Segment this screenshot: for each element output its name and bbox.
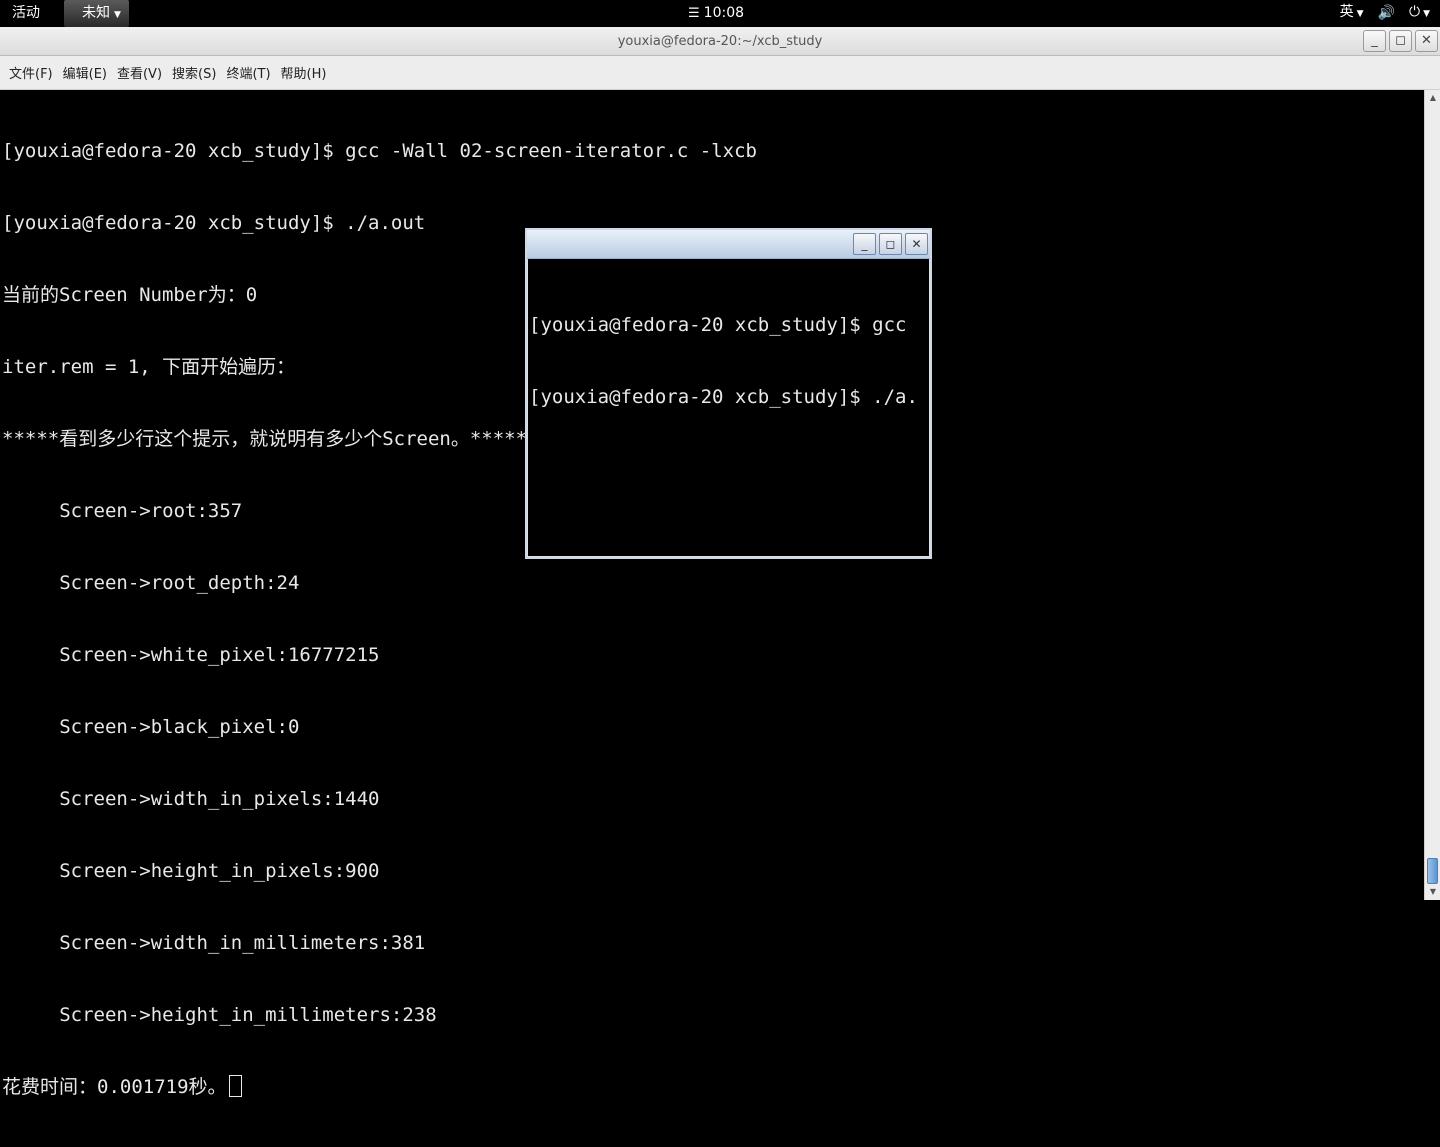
activities-button[interactable]: 活动: [12, 3, 40, 23]
scroll-up-arrow-icon[interactable]: ▲: [1427, 92, 1439, 104]
chevron-down-icon: ▼: [1423, 9, 1430, 19]
menu-view[interactable]: 查看(V): [112, 63, 167, 82]
scroll-down-arrow-icon[interactable]: ▼: [1427, 886, 1439, 898]
menu-search[interactable]: 搜索(S): [167, 63, 221, 82]
xcb-window: _ ◻ ✕ [youxia@fedora-20 xcb_study]$ gcc …: [525, 228, 932, 559]
scroll-thumb[interactable]: [1427, 858, 1438, 884]
calendar-icon: ☰: [688, 6, 700, 21]
xcb-minimize-button[interactable]: _: [853, 233, 876, 255]
window-title: youxia@fedora-20:~/xcb_study: [617, 34, 823, 49]
app-menu-label: 未知: [82, 5, 110, 21]
menu-terminal[interactable]: 终端(T): [221, 63, 275, 82]
xcb-maximize-button[interactable]: ◻: [879, 233, 902, 255]
close-button[interactable]: ✕: [1415, 30, 1438, 52]
clock-time: 10:08: [703, 5, 745, 21]
vertical-scrollbar[interactable]: ▲ ▼: [1424, 90, 1440, 900]
xcb-line: [youxia@fedora-20 xcb_study]$ ./a.: [529, 386, 918, 408]
xcb-line: [youxia@fedora-20 xcb_study]$ gcc: [529, 314, 907, 336]
clock-button[interactable]: ☰ 10:08: [688, 0, 744, 27]
terminal-line: [youxia@fedora-20 xcb_study]$ gcc -Wall …: [2, 140, 757, 162]
terminal-line: Screen->width_in_millimeters:381: [2, 932, 426, 954]
terminal-line-text: 花费时间：0.001719秒。: [2, 1076, 227, 1098]
chevron-down-icon: ▼: [1356, 9, 1364, 19]
terminal-line: Screen->height_in_millimeters:238: [2, 1004, 437, 1026]
chevron-down-icon: ▼: [114, 10, 121, 20]
xcb-window-controls: _ ◻ ✕: [853, 233, 928, 255]
terminal-line: Screen->width_in_pixels:1440: [2, 788, 380, 810]
app-menu-button[interactable]: 未知 ▼: [64, 0, 129, 27]
window-controls: _ ◻ ✕: [1363, 30, 1438, 52]
terminal-line: Screen->black_pixel:0: [2, 716, 300, 738]
terminal-line: Screen->white_pixel:16777215: [2, 644, 380, 666]
system-tray: 英 ▼ 🔊 ⏻ ▼: [1340, 0, 1430, 27]
input-method-label: 英: [1339, 4, 1354, 20]
input-method-button[interactable]: 英 ▼: [1340, 0, 1364, 28]
xcb-window-content[interactable]: [youxia@fedora-20 xcb_study]$ gcc [youxi…: [527, 259, 930, 557]
menu-edit[interactable]: 编辑(E): [58, 63, 112, 82]
top-panel: 活动 未知 ▼ ☰ 10:08 英 ▼ 🔊 ⏻ ▼: [0, 0, 1440, 27]
menu-file[interactable]: 文件(F): [4, 63, 58, 82]
power-menu-button[interactable]: ⏻ ▼: [1409, 0, 1430, 28]
volume-icon[interactable]: 🔊: [1378, 0, 1395, 27]
terminal-line: Screen->height_in_pixels:900: [2, 860, 380, 882]
xcb-text: [youxia@fedora-20 xcb_study]$ gcc [youxi…: [529, 265, 918, 457]
xcb-window-titlebar[interactable]: _ ◻ ✕: [527, 230, 930, 259]
power-icon: ⏻: [1409, 4, 1421, 20]
menubar: 文件(F) 编辑(E) 查看(V) 搜索(S) 终端(T) 帮助(H): [0, 56, 1440, 90]
menu-help[interactable]: 帮助(H): [276, 63, 332, 82]
maximize-button[interactable]: ◻: [1389, 30, 1412, 52]
terminal-line: 花费时间：0.001719秒。: [2, 1075, 757, 1099]
minimize-button[interactable]: _: [1363, 30, 1386, 52]
xcb-close-button[interactable]: ✕: [905, 233, 928, 255]
text-cursor: [228, 1075, 242, 1097]
terminal-line: Screen->root_depth:24: [2, 572, 300, 594]
window-titlebar[interactable]: youxia@fedora-20:~/xcb_study _ ◻ ✕: [0, 27, 1440, 56]
